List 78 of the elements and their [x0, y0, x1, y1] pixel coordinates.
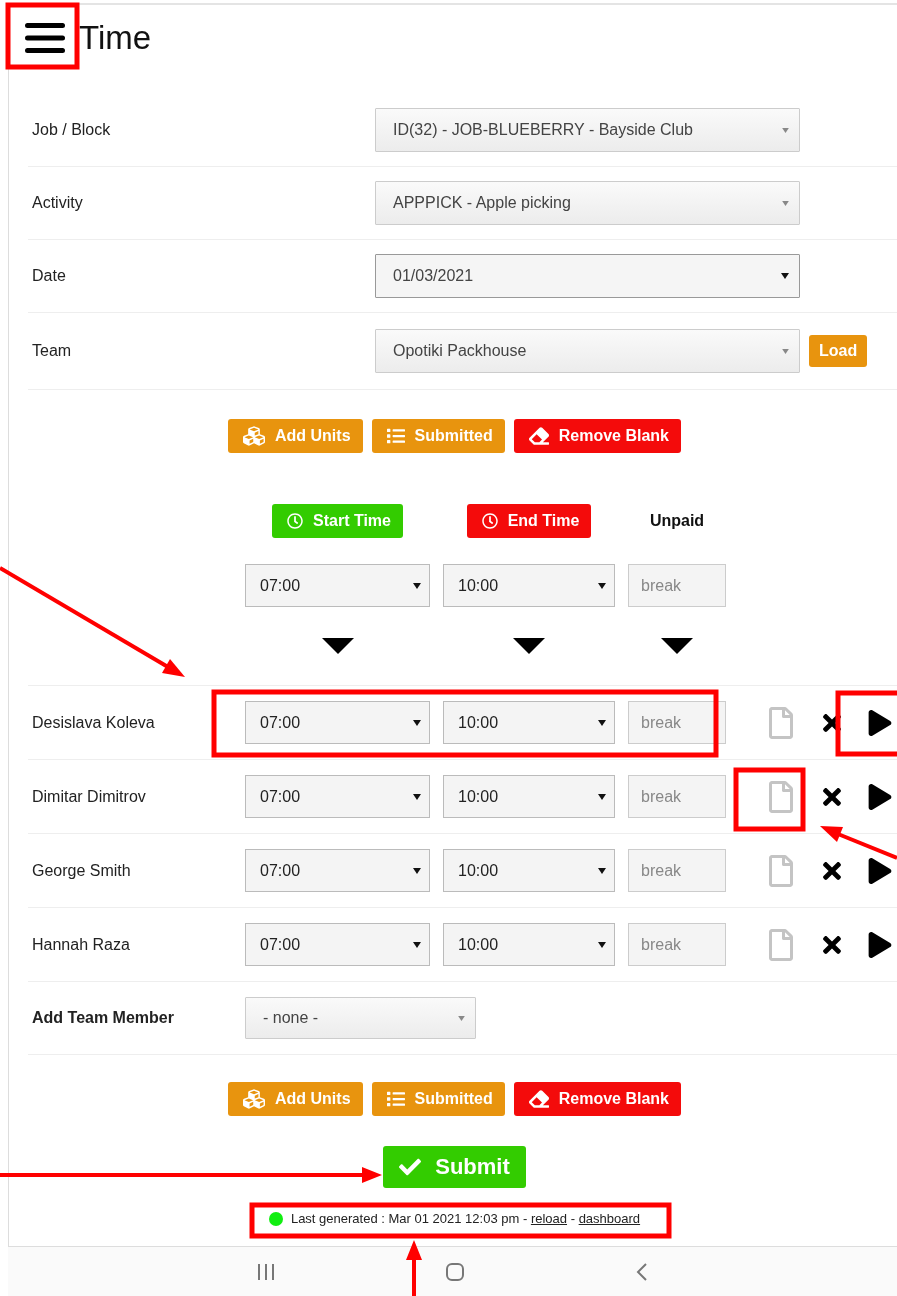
dropdown-select[interactable]: Opotiki Packhouse — [375, 329, 800, 373]
play-icon — [867, 709, 893, 736]
check-icon — [399, 1156, 422, 1178]
caret-icon — [782, 127, 789, 133]
copy-forward-button[interactable] — [867, 709, 893, 736]
page-title: Time — [79, 19, 152, 57]
clock-icon — [287, 513, 303, 529]
field-label: Activity — [31, 194, 84, 212]
break-field[interactable]: break — [628, 849, 726, 892]
down-arrow-icon — [321, 638, 354, 654]
caret-icon — [413, 582, 421, 589]
toolbar-button[interactable]: Remove Blank — [513, 1082, 681, 1116]
caret-icon — [598, 719, 606, 726]
end-time-select[interactable]: 10:00 — [443, 701, 615, 744]
recent-apps-icon[interactable] — [256, 1262, 275, 1281]
add-member-label: Add Team Member — [31, 1009, 175, 1027]
end-time-select[interactable]: 10:00 — [443, 775, 615, 818]
list-icon — [386, 1090, 405, 1108]
field-label: Job / Block — [31, 121, 112, 139]
dropdown-select[interactable]: ID(32) - JOB-BLUEBERRY - Bayside Club — [375, 108, 800, 152]
date-select[interactable]: 01/03/2021 — [375, 254, 800, 298]
back-icon[interactable] — [634, 1261, 649, 1282]
down-arrow-icon — [513, 638, 545, 654]
eraser-icon — [528, 1089, 549, 1109]
copy-forward-button[interactable] — [867, 857, 893, 884]
caret-icon — [458, 1015, 465, 1021]
caret-icon — [782, 348, 789, 354]
field-label: Date — [31, 267, 67, 285]
dropdown-select[interactable]: APPPICK - Apple picking — [375, 181, 800, 225]
last-generated-text: Last generated : Mar 01 2021 12:03 pm - reload - dashboard — [290, 1211, 641, 1226]
caret-icon — [782, 200, 789, 206]
caret-icon — [413, 793, 421, 800]
member-name: George Smith — [31, 861, 132, 880]
break-field[interactable]: break — [628, 564, 726, 607]
break-field[interactable]: break — [628, 701, 726, 744]
end-time-select[interactable]: 10:00 — [443, 564, 615, 607]
field-label: Team — [31, 342, 73, 360]
start-time-select[interactable]: 07:00 — [245, 701, 430, 744]
caret-icon — [413, 941, 421, 948]
list-icon — [386, 427, 405, 445]
caret-icon — [598, 941, 606, 948]
play-icon — [867, 931, 893, 958]
break-field[interactable]: break — [628, 923, 726, 966]
play-icon — [867, 857, 893, 884]
member-name: Dimitar Dimitrov — [31, 787, 147, 806]
unpaid-label: Unpaid — [649, 512, 705, 530]
break-field[interactable]: break — [628, 775, 726, 818]
end-time-select[interactable]: 10:00 — [443, 923, 615, 966]
dashboard-link[interactable]: dashboard — [578, 1211, 641, 1226]
eraser-icon — [528, 426, 549, 446]
member-name: Desislava Koleva — [31, 713, 156, 732]
start-time-select[interactable]: 07:00 — [245, 849, 430, 892]
caret-icon — [413, 867, 421, 874]
caret-icon — [598, 867, 606, 874]
start-time-select[interactable]: 07:00 — [245, 564, 430, 607]
start-time-select[interactable]: 07:00 — [245, 775, 430, 818]
cubes-icon — [243, 425, 265, 447]
down-arrow-icon — [661, 638, 693, 654]
copy-forward-button[interactable] — [867, 783, 893, 810]
start-time-select[interactable]: 07:00 — [245, 923, 430, 966]
highlight-frame — [835, 690, 897, 757]
end-time-button[interactable]: End Time — [466, 504, 592, 538]
home-icon[interactable] — [444, 1261, 465, 1282]
member-select[interactable]: - none - — [245, 997, 476, 1039]
member-name: Hannah Raza — [31, 935, 131, 954]
toolbar-button[interactable]: Remove Blank — [513, 419, 681, 453]
menu-icon — [25, 23, 65, 53]
caret-icon — [598, 793, 606, 800]
annotation-arrow — [406, 1240, 422, 1296]
clock-icon — [481, 513, 498, 529]
caret-icon — [598, 582, 606, 589]
play-icon — [867, 783, 893, 810]
cubes-icon — [243, 1088, 265, 1110]
end-time-select[interactable]: 10:00 — [443, 849, 615, 892]
caret-icon — [781, 273, 789, 279]
caret-icon — [413, 719, 421, 726]
reload-link[interactable]: reload — [530, 1211, 568, 1226]
copy-forward-button[interactable] — [867, 931, 893, 958]
